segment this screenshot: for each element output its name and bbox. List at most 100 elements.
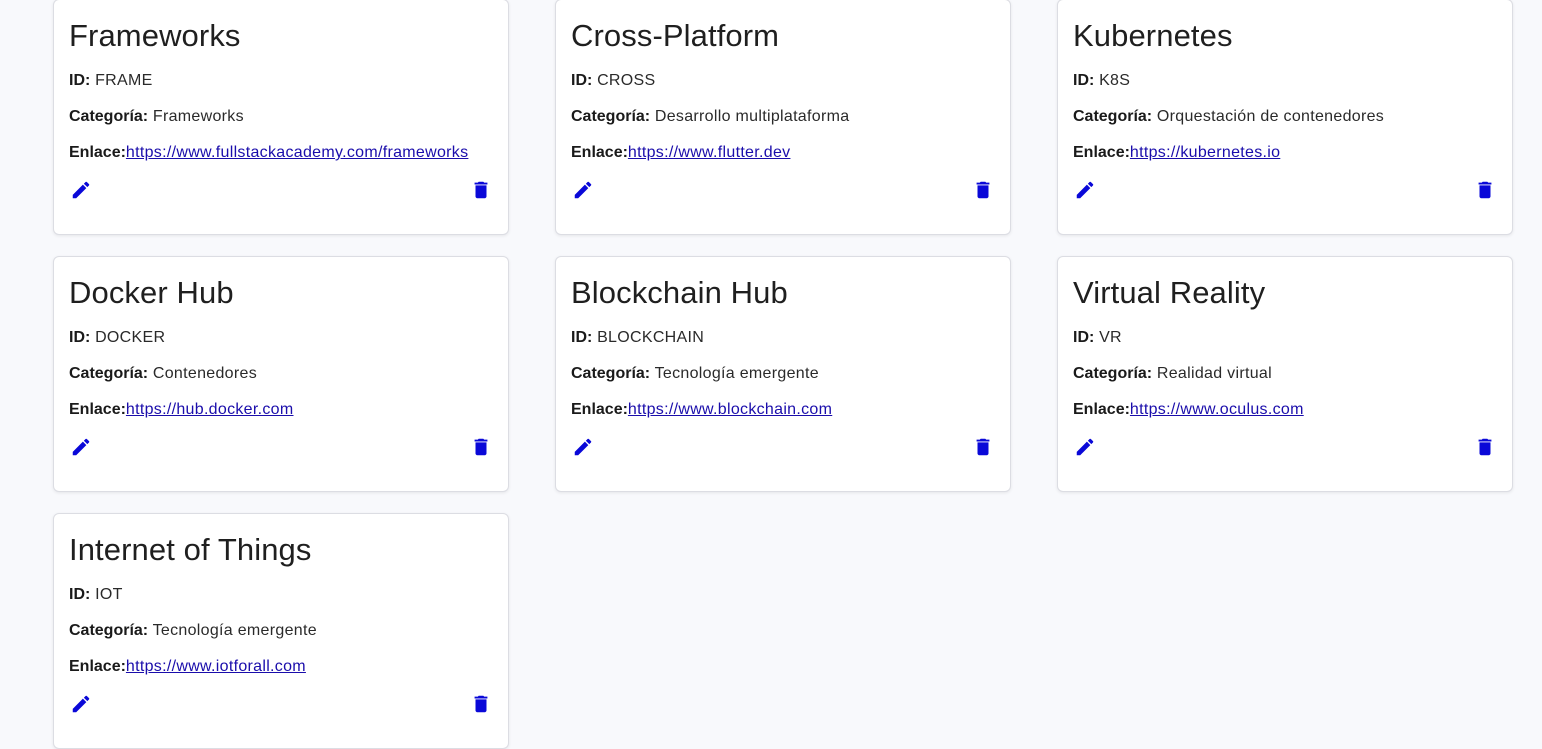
delete-button[interactable] bbox=[1473, 435, 1497, 459]
link-label: Enlace: bbox=[571, 401, 628, 418]
trash-icon bbox=[976, 181, 990, 199]
card-category-value: Contenedores bbox=[152, 365, 257, 382]
link-label: Enlace: bbox=[69, 401, 126, 418]
edit-button[interactable] bbox=[69, 435, 93, 459]
card-link[interactable]: https://www.blockchain.com bbox=[628, 401, 832, 418]
card-link[interactable]: https://www.oculus.com bbox=[1130, 401, 1304, 418]
category-label: Categoría: bbox=[1073, 365, 1153, 382]
category-label: Categoría: bbox=[69, 108, 149, 125]
card-id-row: ID: K8S bbox=[1073, 71, 1497, 91]
id-label: ID: bbox=[1073, 72, 1095, 89]
card-id-row: ID: BLOCKCHAIN bbox=[571, 328, 995, 348]
delete-button[interactable] bbox=[469, 178, 493, 202]
card-id-row: ID: DOCKER bbox=[69, 328, 493, 348]
card-link-row: Enlace:https://www.flutter.dev bbox=[571, 143, 995, 163]
category-label: Categoría: bbox=[571, 108, 651, 125]
card-id-row: ID: IOT bbox=[69, 585, 493, 605]
card-title: Kubernetes bbox=[1073, 18, 1233, 53]
card-link-row: Enlace:https://www.iotforall.com bbox=[69, 657, 493, 677]
edit-button[interactable] bbox=[69, 178, 93, 202]
card-id-row: ID: CROSS bbox=[571, 71, 995, 91]
resource-card: Blockchain Hub ID: BLOCKCHAIN Categoría:… bbox=[555, 256, 1011, 492]
trash-icon bbox=[474, 181, 488, 199]
card-category-row: Categoría: Frameworks bbox=[69, 107, 493, 127]
card-link-row: Enlace:https://www.blockchain.com bbox=[571, 400, 995, 420]
pencil-icon bbox=[574, 438, 592, 456]
card-title: Blockchain Hub bbox=[571, 275, 788, 310]
card-category-row: Categoría: Realidad virtual bbox=[1073, 364, 1497, 384]
link-label: Enlace: bbox=[1073, 144, 1130, 161]
edit-button[interactable] bbox=[571, 178, 595, 202]
card-category-value: Realidad virtual bbox=[1156, 365, 1272, 382]
card-actions bbox=[1073, 435, 1497, 459]
delete-button[interactable] bbox=[971, 435, 995, 459]
card-actions bbox=[1073, 178, 1497, 202]
trash-icon bbox=[474, 695, 488, 713]
link-label: Enlace: bbox=[69, 658, 126, 675]
card-actions bbox=[571, 178, 995, 202]
trash-icon bbox=[1478, 438, 1492, 456]
card-actions bbox=[571, 435, 995, 459]
resource-card: Kubernetes ID: K8S Categoría: Orquestaci… bbox=[1057, 0, 1513, 235]
trash-icon bbox=[976, 438, 990, 456]
card-title: Frameworks bbox=[69, 18, 241, 53]
card-title: Docker Hub bbox=[69, 275, 234, 310]
id-label: ID: bbox=[571, 329, 593, 346]
link-label: Enlace: bbox=[571, 144, 628, 161]
pencil-icon bbox=[72, 695, 90, 713]
card-category-row: Categoría: Desarrollo multiplataforma bbox=[571, 107, 995, 127]
card-link[interactable]: https://kubernetes.io bbox=[1130, 144, 1280, 161]
pencil-icon bbox=[72, 181, 90, 199]
id-label: ID: bbox=[69, 586, 91, 603]
category-label: Categoría: bbox=[69, 365, 149, 382]
card-actions bbox=[69, 435, 493, 459]
id-label: ID: bbox=[1073, 329, 1095, 346]
trash-icon bbox=[474, 438, 488, 456]
edit-button[interactable] bbox=[1073, 178, 1097, 202]
card-link[interactable]: https://www.flutter.dev bbox=[628, 144, 791, 161]
card-id-value: K8S bbox=[1099, 72, 1131, 89]
link-label: Enlace: bbox=[69, 144, 126, 161]
edit-button[interactable] bbox=[571, 435, 595, 459]
card-id-value: FRAME bbox=[95, 72, 153, 89]
card-link-row: Enlace:https://www.oculus.com bbox=[1073, 400, 1497, 420]
card-title: Virtual Reality bbox=[1073, 275, 1266, 310]
card-category-row: Categoría: Contenedores bbox=[69, 364, 493, 384]
card-link[interactable]: https://www.fullstackacademy.com/framewo… bbox=[126, 144, 468, 161]
card-id-row: ID: FRAME bbox=[69, 71, 493, 91]
pencil-icon bbox=[1076, 181, 1094, 199]
id-label: ID: bbox=[571, 72, 593, 89]
pencil-icon bbox=[574, 181, 592, 199]
card-category-value: Desarrollo multiplataforma bbox=[654, 108, 850, 125]
card-link[interactable]: https://www.iotforall.com bbox=[126, 658, 306, 675]
resource-card: Docker Hub ID: DOCKER Categoría: Contene… bbox=[53, 256, 509, 492]
id-label: ID: bbox=[69, 72, 91, 89]
edit-button[interactable] bbox=[69, 692, 93, 716]
card-id-row: ID: VR bbox=[1073, 328, 1497, 348]
card-id-value: IOT bbox=[95, 586, 123, 603]
card-link-row: Enlace:https://kubernetes.io bbox=[1073, 143, 1497, 163]
card-link-row: Enlace:https://www.fullstackacademy.com/… bbox=[69, 143, 493, 163]
delete-button[interactable] bbox=[469, 692, 493, 716]
resource-card-grid: Frameworks ID: FRAME Categoría: Framewor… bbox=[53, 0, 1513, 749]
card-actions bbox=[69, 178, 493, 202]
card-link-row: Enlace:https://hub.docker.com bbox=[69, 400, 493, 420]
delete-button[interactable] bbox=[469, 435, 493, 459]
card-actions bbox=[69, 692, 493, 716]
resource-card: Virtual Reality ID: VR Categoría: Realid… bbox=[1057, 256, 1513, 492]
card-title: Internet of Things bbox=[69, 532, 312, 567]
delete-button[interactable] bbox=[1473, 178, 1497, 202]
edit-button[interactable] bbox=[1073, 435, 1097, 459]
card-id-value: DOCKER bbox=[95, 329, 166, 346]
card-link[interactable]: https://hub.docker.com bbox=[126, 401, 294, 418]
category-label: Categoría: bbox=[1073, 108, 1153, 125]
card-category-row: Categoría: Orquestación de contenedores bbox=[1073, 107, 1497, 127]
resource-card: Frameworks ID: FRAME Categoría: Framewor… bbox=[53, 0, 509, 235]
pencil-icon bbox=[72, 438, 90, 456]
category-label: Categoría: bbox=[571, 365, 651, 382]
card-id-value: VR bbox=[1099, 329, 1122, 346]
pencil-icon bbox=[1076, 438, 1094, 456]
id-label: ID: bbox=[69, 329, 91, 346]
card-id-value: CROSS bbox=[597, 72, 656, 89]
delete-button[interactable] bbox=[971, 178, 995, 202]
